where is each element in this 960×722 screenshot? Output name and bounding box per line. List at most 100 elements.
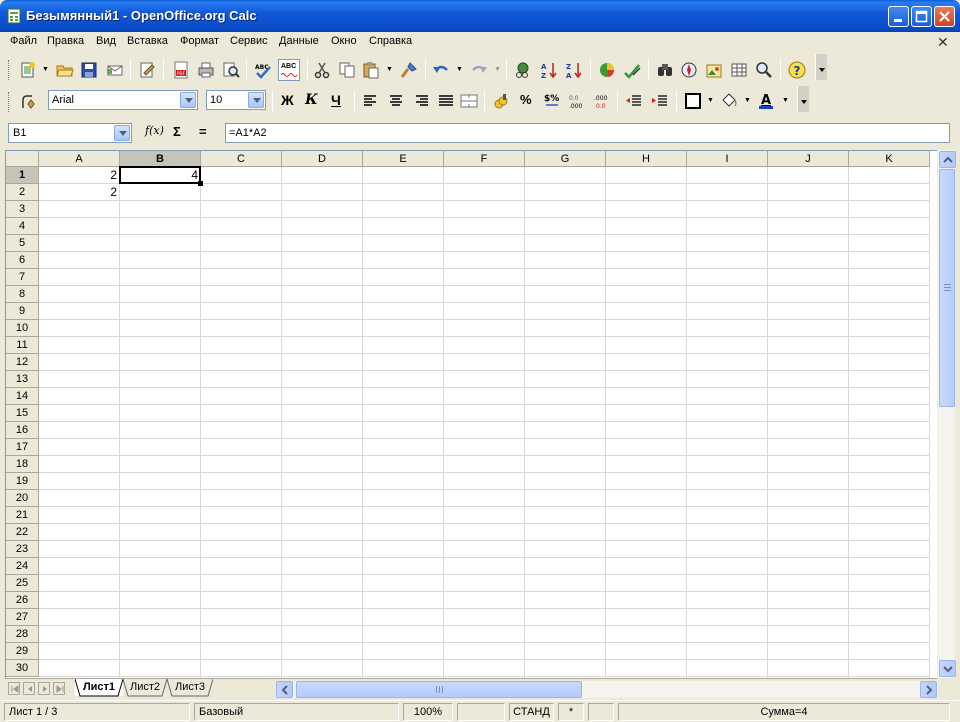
align-left-icon[interactable]: [362, 92, 380, 110]
vertical-scrollbar[interactable]: [937, 150, 956, 678]
row-header-4[interactable]: 4: [6, 218, 39, 235]
sheet-tab-1[interactable]: Лист1: [75, 679, 123, 697]
column-header-h[interactable]: H: [606, 151, 687, 167]
row-header-9[interactable]: 9: [6, 303, 39, 320]
row-header-23[interactable]: 23: [6, 541, 39, 558]
toolbar-overflow-button[interactable]: [797, 86, 809, 112]
name-box-dropdown-icon[interactable]: [114, 125, 130, 141]
open-icon[interactable]: [56, 61, 74, 79]
toolbar-grip[interactable]: [8, 92, 11, 112]
row-header-6[interactable]: 6: [6, 252, 39, 269]
minimize-button[interactable]: [888, 6, 909, 27]
row-header-10[interactable]: 10: [6, 320, 39, 337]
merge-cells-icon[interactable]: [460, 92, 478, 110]
new-icon[interactable]: [19, 61, 37, 79]
row-header-3[interactable]: 3: [6, 201, 39, 218]
menu-tools[interactable]: Сервис: [230, 35, 268, 47]
delete-decimal-icon[interactable]: .0000.0: [593, 92, 611, 110]
row-header-24[interactable]: 24: [6, 558, 39, 575]
cell-a1[interactable]: 2: [39, 167, 119, 184]
borders-dropdown-icon[interactable]: ▼: [707, 92, 714, 110]
font-name-combo[interactable]: Arial: [48, 90, 198, 110]
row-header-16[interactable]: 16: [6, 422, 39, 439]
column-header-c[interactable]: C: [201, 151, 282, 167]
background-color-dropdown-icon[interactable]: ▼: [744, 92, 751, 110]
row-header-20[interactable]: 20: [6, 490, 39, 507]
status-page-style[interactable]: Базовый: [194, 703, 399, 721]
row-header-21[interactable]: 21: [6, 507, 39, 524]
previous-sheet-button[interactable]: [23, 682, 35, 695]
bold-button[interactable]: Ж: [281, 92, 294, 108]
row-header-1[interactable]: 1: [6, 167, 39, 184]
row-header-28[interactable]: 28: [6, 626, 39, 643]
row-header-5[interactable]: 5: [6, 235, 39, 252]
row-header-12[interactable]: 12: [6, 354, 39, 371]
row-header-11[interactable]: 11: [6, 337, 39, 354]
status-sum[interactable]: Сумма=4: [618, 703, 950, 721]
row-header-25[interactable]: 25: [6, 575, 39, 592]
column-header-d[interactable]: D: [282, 151, 363, 167]
save-icon[interactable]: [80, 61, 98, 79]
align-center-icon[interactable]: [387, 92, 405, 110]
menu-view[interactable]: Вид: [96, 35, 116, 47]
spreadsheet-grid[interactable]: A B C D E F G H I J K 1 2 3 4 5 6 7 8 9 10 11 12 13 14 15 16 17 18 19…: [5, 150, 937, 678]
row-header-8[interactable]: 8: [6, 286, 39, 303]
underline-button[interactable]: Ч: [331, 92, 341, 108]
undo-dropdown-icon[interactable]: ▼: [456, 61, 463, 79]
sum-button[interactable]: Σ: [173, 124, 181, 139]
copy-icon[interactable]: [338, 61, 356, 79]
column-header-b[interactable]: B: [120, 151, 201, 167]
row-header-15[interactable]: 15: [6, 405, 39, 422]
sort-ascending-icon[interactable]: AZ: [540, 61, 558, 79]
cell-cursor[interactable]: [119, 166, 203, 186]
column-header-i[interactable]: I: [687, 151, 768, 167]
align-right-icon[interactable]: [412, 92, 430, 110]
formula-input[interactable]: =A1*A2: [225, 123, 950, 143]
autospellcheck-button[interactable]: ABC: [278, 59, 300, 81]
column-header-j[interactable]: J: [768, 151, 849, 167]
close-button[interactable]: [934, 6, 955, 27]
page-preview-icon[interactable]: [222, 61, 240, 79]
horizontal-scrollbar[interactable]: [276, 681, 938, 698]
next-sheet-button[interactable]: [38, 682, 50, 695]
help-icon[interactable]: ?: [788, 61, 806, 79]
zoom-icon[interactable]: [755, 61, 773, 79]
font-color-dropdown-icon[interactable]: ▼: [782, 92, 789, 110]
font-color-icon[interactable]: A: [757, 92, 775, 110]
select-all-corner[interactable]: [6, 151, 39, 167]
status-zoom[interactable]: 100%: [403, 703, 453, 721]
increase-indent-icon[interactable]: [651, 92, 669, 110]
row-header-18[interactable]: 18: [6, 456, 39, 473]
status-selection-mode[interactable]: СТАНД: [509, 703, 554, 721]
function-button[interactable]: =: [199, 124, 207, 139]
justify-icon[interactable]: [437, 92, 455, 110]
format-paintbrush-icon[interactable]: [400, 61, 418, 79]
decrease-indent-icon[interactable]: [625, 92, 643, 110]
menu-format[interactable]: Формат: [180, 35, 219, 47]
column-header-f[interactable]: F: [444, 151, 525, 167]
row-header-17[interactable]: 17: [6, 439, 39, 456]
last-sheet-button[interactable]: [53, 682, 65, 695]
row-header-14[interactable]: 14: [6, 388, 39, 405]
redo-dropdown-icon[interactable]: ▼: [494, 61, 501, 79]
add-decimal-icon[interactable]: 0.0.000: [568, 92, 586, 110]
row-header-22[interactable]: 22: [6, 524, 39, 541]
datasources-icon[interactable]: [730, 61, 748, 79]
percent-format-button[interactable]: %: [520, 92, 532, 107]
italic-button[interactable]: К: [305, 92, 318, 108]
scroll-down-button[interactable]: [939, 660, 956, 677]
column-header-k[interactable]: K: [849, 151, 930, 167]
edit-file-icon[interactable]: [138, 61, 156, 79]
cell-a2[interactable]: 2: [39, 184, 119, 201]
scroll-left-button[interactable]: [276, 681, 293, 698]
menu-file[interactable]: Файл: [10, 35, 37, 47]
font-size-dropdown-icon[interactable]: [248, 92, 264, 108]
print-icon[interactable]: [197, 61, 215, 79]
navigator-compass-icon[interactable]: [680, 61, 698, 79]
toolbar-grip[interactable]: [8, 60, 11, 80]
menu-data[interactable]: Данные: [279, 35, 319, 47]
column-header-a[interactable]: A: [39, 151, 120, 167]
column-header-g[interactable]: G: [525, 151, 606, 167]
title-bar[interactable]: Безымянный1 - OpenOffice.org Calc: [0, 0, 960, 32]
function-wizard-button[interactable]: f(x): [145, 124, 164, 137]
